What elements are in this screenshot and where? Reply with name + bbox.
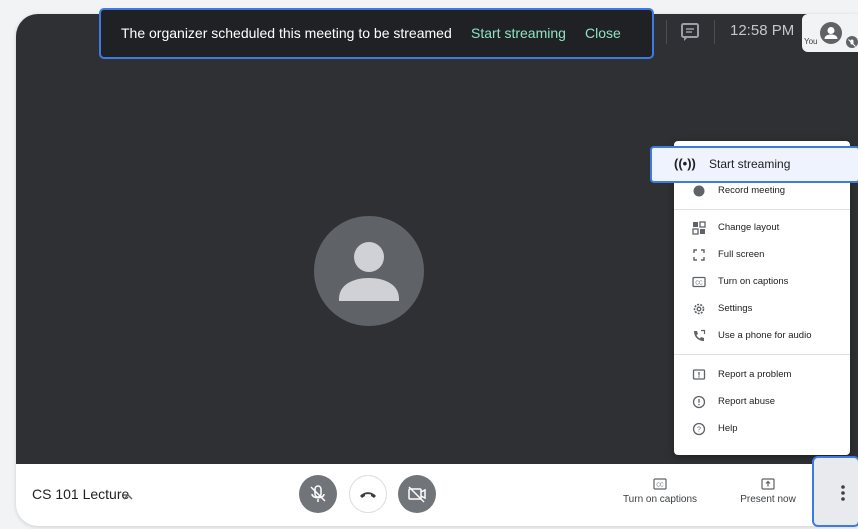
present-icon (761, 478, 775, 490)
menu-item-label: Start streaming (709, 157, 791, 171)
camera-toggle-button[interactable] (398, 475, 436, 513)
help-icon: ? (692, 422, 706, 436)
menu-item-label: Turn on captions (718, 276, 789, 287)
self-view-label: You (804, 37, 818, 46)
mic-off-icon (310, 485, 326, 502)
divider (714, 20, 715, 44)
menu-item-report-problem[interactable]: Report a problem (674, 363, 850, 387)
menu-item-help[interactable]: ? Help (674, 417, 850, 441)
chat-icon[interactable] (680, 22, 700, 42)
captions-button-label: Turn on captions (622, 494, 698, 505)
captions-button[interactable]: CC Turn on captions (620, 478, 700, 505)
self-avatar (820, 22, 842, 44)
fullscreen-icon (692, 248, 706, 262)
camera-off-icon (408, 486, 426, 503)
report-problem-icon (692, 368, 706, 382)
menu-item-label: Settings (718, 303, 753, 314)
svg-text:CC: CC (695, 280, 703, 286)
menu-item-report-abuse[interactable]: Report abuse (674, 390, 850, 414)
menu-item-full-screen[interactable]: Full screen (674, 243, 850, 267)
menu-item-phone-audio[interactable]: Use a phone for audio (674, 324, 850, 348)
menu-item-settings[interactable]: Settings (674, 297, 850, 321)
menu-item-change-layout[interactable]: Change layout (674, 216, 850, 240)
menu-item-turn-on-captions[interactable]: CC Turn on captions (674, 270, 850, 294)
menu-divider (674, 209, 850, 210)
mic-muted-icon (846, 36, 858, 48)
present-now-button[interactable]: Present now (730, 478, 806, 505)
menu-divider (674, 354, 850, 355)
menu-item-label: Report a problem (718, 369, 792, 380)
record-icon (692, 184, 706, 198)
end-call-button[interactable] (349, 475, 387, 513)
more-options-button[interactable] (812, 456, 858, 527)
report-abuse-icon (692, 395, 706, 409)
broadcast-icon: ((•)) (674, 156, 696, 171)
settings-icon (692, 302, 706, 316)
menu-item-label: Report abuse (718, 396, 776, 407)
hang-up-icon (360, 492, 376, 498)
participant-avatar (314, 216, 424, 326)
meeting-name[interactable]: CS 101 Lecture (32, 486, 129, 502)
chevron-up-icon[interactable] (122, 489, 134, 500)
phone-icon (692, 329, 706, 343)
svg-text:CC: CC (656, 482, 664, 488)
layout-icon (692, 221, 706, 235)
more-vert-icon (841, 485, 845, 501)
svg-text:?: ? (697, 427, 701, 434)
banner-message: The organizer scheduled this meeting to … (121, 25, 452, 41)
person-icon (339, 242, 399, 301)
captions-icon: CC (692, 275, 706, 289)
captions-icon: CC (653, 478, 667, 490)
menu-item-label: Use a phone for audio (718, 330, 812, 341)
menu-item-label: Help (718, 423, 738, 434)
meet-app: 12:58 PM You The organizer scheduled thi… (0, 0, 858, 529)
clock: 12:58 PM (730, 22, 795, 39)
banner-close-button[interactable]: Close (585, 25, 621, 41)
divider (666, 20, 667, 44)
banner-start-streaming-button[interactable]: Start streaming (471, 25, 566, 41)
menu-item-label: Full screen (718, 249, 765, 260)
streaming-banner: The organizer scheduled this meeting to … (99, 8, 654, 59)
mic-toggle-button[interactable] (299, 475, 337, 513)
menu-item-start-streaming[interactable]: ((•)) Start streaming (650, 146, 858, 183)
menu-item-label: Record meeting (718, 185, 786, 196)
menu-item-label: Change layout (718, 222, 780, 233)
present-now-label: Present now (740, 494, 796, 505)
more-options-menu: Record meeting Change layout Full screen (674, 141, 850, 455)
